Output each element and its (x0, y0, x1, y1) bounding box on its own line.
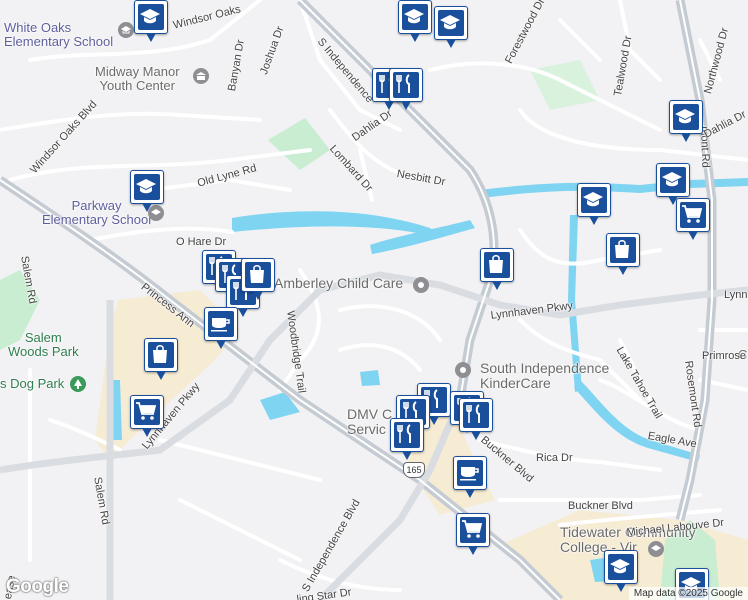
grocery-pin[interactable] (676, 198, 710, 240)
school-pin[interactable] (669, 100, 703, 142)
graduation-cap-icon (440, 15, 460, 30)
graduation-cap-icon (610, 559, 630, 574)
shopping-cart-icon (136, 402, 157, 420)
cafe-pin[interactable] (204, 307, 238, 349)
graduation-cap-icon (662, 172, 682, 187)
map-attribution[interactable]: Map data ©2025 Google (628, 587, 748, 600)
school-pin[interactable] (134, 0, 168, 42)
shopping-cart-icon (462, 520, 483, 538)
graduation-cap-icon (583, 192, 603, 207)
primrose-road-label: Primrose (702, 350, 747, 362)
college-place-icon[interactable] (648, 541, 664, 557)
amberley-child-care-label[interactable]: Amberley Child Care (274, 275, 403, 291)
restaurant-pin[interactable] (390, 418, 424, 460)
graduation-cap-icon (404, 9, 424, 24)
shopping-pin[interactable] (241, 258, 275, 300)
park-place-icon[interactable] (70, 376, 86, 392)
kindercare-place-icon[interactable] (455, 362, 471, 378)
salem-woods-park-label[interactable]: Salem Woods Park (8, 330, 79, 360)
restaurant-pin[interactable] (389, 68, 423, 110)
shopping-bag-icon (489, 255, 503, 273)
cafe-pin[interactable] (453, 456, 487, 498)
grocery-pin[interactable] (130, 395, 164, 437)
google-logo: Google (6, 576, 69, 597)
rica-drive-label: Rica Dr (536, 452, 573, 464)
south-independence-kindercare-label[interactable]: South Independence KinderCare (480, 360, 609, 392)
child-care-place-icon[interactable] (413, 277, 429, 293)
shopping-cart-icon (682, 205, 703, 223)
lynnhaven-parkway-right-label: Lynn (724, 289, 748, 301)
coffee-cup-icon (460, 467, 479, 481)
fork-knife-icon (466, 404, 480, 423)
o-hare-drive-label: O Hare Dr (176, 236, 227, 248)
fork-knife-icon (396, 74, 410, 93)
grocery-pin[interactable] (456, 513, 490, 555)
dog-park-label[interactable]: s Dog Park (0, 376, 64, 391)
school-pin[interactable] (604, 550, 638, 592)
school-pin[interactable] (398, 0, 432, 42)
youth-center-place-icon[interactable] (193, 68, 209, 84)
school-pin[interactable] (130, 170, 164, 212)
graduation-cap-icon (140, 9, 160, 24)
shopping-bag-icon (250, 265, 264, 283)
graduation-cap-icon (675, 109, 695, 124)
white-oaks-school-label[interactable]: White Oaks Elementary School (4, 20, 113, 50)
school-pin[interactable] (434, 6, 468, 48)
route-165-shield: 165 (403, 462, 425, 478)
restaurant-pin[interactable] (459, 398, 493, 440)
shopping-bag-icon (615, 240, 629, 258)
midway-manor-label[interactable]: Midway Manor Youth Center (95, 64, 180, 94)
fork-knife-icon (397, 424, 411, 443)
buckner-blvd-label: Buckner Blvd (568, 500, 633, 512)
school-pin[interactable] (577, 183, 611, 225)
graduation-cap-icon (136, 179, 156, 194)
map-canvas[interactable]: White Oaks Elementary School Midway Mano… (0, 0, 748, 600)
dmv-service-center-label[interactable]: DMV C Servic (347, 406, 392, 438)
shopping-pin[interactable] (144, 338, 178, 380)
school-place-icon[interactable] (118, 22, 134, 38)
shopping-bag-icon (153, 345, 167, 363)
shopping-pin[interactable] (480, 248, 514, 290)
shopping-pin[interactable] (606, 233, 640, 275)
coffee-cup-icon (211, 318, 230, 332)
